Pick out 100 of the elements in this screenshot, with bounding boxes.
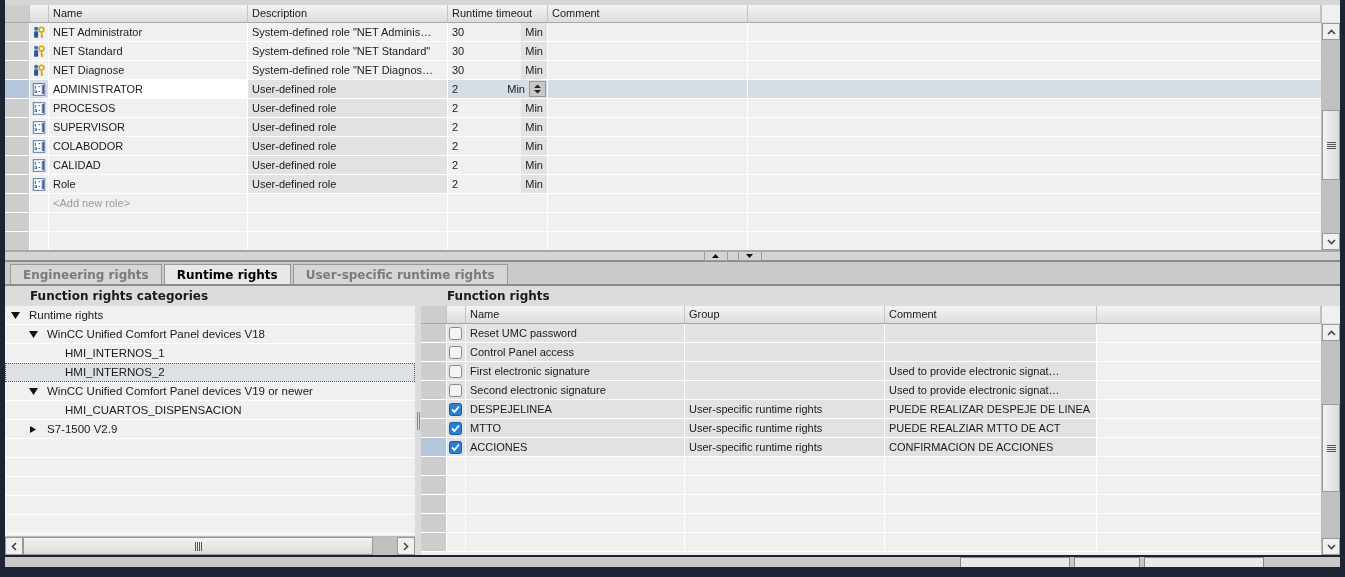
- table-cell: First electronic signature: [466, 362, 685, 380]
- user-key-icon: [32, 61, 46, 79]
- expanded-arrow-icon[interactable]: [29, 387, 38, 395]
- input-field[interactable]: ADMINISTRATOR: [49, 80, 248, 98]
- list-icon: [32, 156, 46, 174]
- column-header[interactable]: Comment: [885, 306, 1097, 323]
- tree-item[interactable]: S7-1500 V2.9: [5, 420, 415, 439]
- row-header[interactable]: [5, 23, 30, 41]
- scroll-thumb[interactable]: [1322, 110, 1340, 180]
- checkbox[interactable]: [449, 440, 462, 454]
- row-header[interactable]: [5, 137, 30, 155]
- scroll-down-icon[interactable]: [1326, 238, 1336, 245]
- spinner-icon[interactable]: [529, 81, 546, 97]
- scroll-thumb[interactable]: [1322, 404, 1340, 492]
- list-icon: [32, 118, 46, 136]
- tree-label: HMI_INTERNOS_1: [65, 347, 165, 359]
- checkbox[interactable]: [449, 364, 462, 378]
- tree-item[interactable]: WinCC Unified Comfort Panel devices V18: [5, 325, 415, 344]
- table-row[interactable]: Control Panel access: [421, 343, 1321, 362]
- table-row[interactable]: Reset UMC password: [421, 324, 1321, 343]
- collapse-down-button[interactable]: [737, 252, 762, 261]
- scroll-left-icon[interactable]: [11, 541, 17, 551]
- scroll-up-icon[interactable]: [1326, 28, 1336, 35]
- table-cell: NET Diagnose: [49, 61, 248, 79]
- table-cell: NET Standard: [49, 42, 248, 60]
- horizontal-scrollbar[interactable]: [5, 536, 415, 555]
- unit-label: Min: [521, 175, 547, 193]
- table-row[interactable]: COLABODOR User-defined role 2 Min: [5, 137, 1321, 156]
- table-row[interactable]: NET Standard System-defined role "NET Standard" 30 Min: [5, 42, 1321, 61]
- table-row[interactable]: ACCIONES User-specific runtime rights CONFIRMACION DE ACCIONES: [421, 438, 1321, 457]
- table-cell-text: 2: [452, 158, 460, 173]
- scroll-down-icon[interactable]: [1326, 543, 1336, 550]
- tree-label: HMI_INTERNOS_2: [65, 366, 165, 378]
- table-row[interactable]: SUPERVISOR User-defined role 2 Min: [5, 118, 1321, 137]
- column-header[interactable]: Group: [685, 306, 885, 323]
- row-header[interactable]: [5, 61, 30, 79]
- pane-title: Function rights categories: [29, 288, 210, 305]
- table-row[interactable]: ADMINISTRATOR User-defined role 2 Min: [5, 80, 1321, 99]
- table-row[interactable]: NET Administrator System-defined role "NET Adminis… 30 Min: [5, 23, 1321, 42]
- table-cell: User-defined role: [248, 137, 448, 155]
- scroll-right-icon[interactable]: [403, 541, 409, 551]
- scroll-up-icon[interactable]: [1326, 329, 1336, 336]
- table-cell: User-specific runtime rights: [685, 419, 885, 437]
- triangle-down-icon: [746, 254, 753, 258]
- tab[interactable]: Runtime rights: [163, 264, 291, 284]
- table-row[interactable]: Role User-defined role 2 Min: [5, 175, 1321, 194]
- table-cell: Used to provide electronic signat…: [885, 362, 1097, 380]
- row-header[interactable]: [5, 175, 30, 193]
- column-header[interactable]: Name: [466, 306, 685, 323]
- table-cell-text: 2: [452, 101, 460, 116]
- column-header[interactable]: Description: [248, 5, 448, 22]
- row-header[interactable]: [5, 156, 30, 174]
- checkbox[interactable]: [449, 383, 462, 397]
- table-cell: System-defined role "NET Diagnos…: [248, 61, 448, 79]
- table-row[interactable]: PROCESOS User-defined role 2 Min: [5, 99, 1321, 118]
- editor-tab[interactable]: [1074, 557, 1140, 567]
- table-cell: User-defined role: [248, 99, 448, 117]
- row-header[interactable]: [5, 80, 30, 98]
- table-row[interactable]: MTTO User-specific runtime rights PUEDE REALZIAR MTTO DE ACT: [421, 419, 1321, 438]
- row-header[interactable]: [5, 118, 30, 136]
- checkbox[interactable]: [449, 421, 462, 435]
- expanded-arrow-icon[interactable]: [29, 330, 38, 338]
- collapse-up-button[interactable]: [703, 252, 728, 261]
- table-row[interactable]: CALIDAD User-defined role 2 Min: [5, 156, 1321, 175]
- vertical-scrollbar[interactable]: [1321, 5, 1340, 250]
- splitter-grip-icon[interactable]: [416, 411, 420, 430]
- column-header[interactable]: Comment: [548, 5, 748, 22]
- table-row[interactable]: Second electronic signature Used to provide electronic signat…: [421, 381, 1321, 400]
- row-header[interactable]: [5, 99, 30, 117]
- scroll-thumb[interactable]: [23, 537, 373, 555]
- checkbox[interactable]: [449, 345, 462, 359]
- table-cell-text: 2: [452, 177, 460, 192]
- table-cell: Second electronic signature: [466, 381, 685, 399]
- vertical-scrollbar[interactable]: [1321, 306, 1340, 555]
- tree-item[interactable]: HMI_CUARTOS_DISPENSACION: [5, 401, 415, 420]
- table-row[interactable]: DESPEJELINEA User-specific runtime rights PUEDE REALIZAR DESPEJE DE LINEA: [421, 400, 1321, 419]
- row-header[interactable]: [5, 42, 30, 60]
- checkbox[interactable]: [449, 326, 462, 340]
- column-header[interactable]: Runtime timeout: [448, 5, 548, 22]
- tree-item[interactable]: HMI_INTERNOS_2: [5, 363, 415, 382]
- collapsed-arrow-icon[interactable]: [29, 425, 38, 433]
- pane-title: Function rights: [446, 288, 551, 305]
- unit-label: Min: [506, 82, 526, 97]
- tree-item[interactable]: Runtime rights: [5, 306, 415, 325]
- checkbox[interactable]: [449, 402, 462, 416]
- row-header[interactable]: [421, 324, 447, 342]
- grip-icon: [1326, 444, 1336, 452]
- tree-item[interactable]: WinCC Unified Comfort Panel devices V19 or newer: [5, 382, 415, 401]
- table-row[interactable]: First electronic signature Used to provide electronic signat…: [421, 362, 1321, 381]
- column-header[interactable]: Name: [49, 5, 248, 22]
- tree-label: Runtime rights: [29, 309, 104, 321]
- editor-tab[interactable]: [960, 557, 1070, 567]
- table-cell-text: 30: [452, 44, 466, 59]
- row-header[interactable]: [421, 362, 447, 380]
- tree-label: HMI_CUARTOS_DISPENSACION: [65, 404, 242, 416]
- table-cell: PUEDE REALZIAR MTTO DE ACT: [885, 419, 1097, 437]
- editor-tab[interactable]: [1144, 557, 1264, 567]
- expanded-arrow-icon[interactable]: [11, 311, 20, 319]
- row-header[interactable]: [421, 343, 447, 361]
- user-key-icon: [32, 23, 46, 41]
